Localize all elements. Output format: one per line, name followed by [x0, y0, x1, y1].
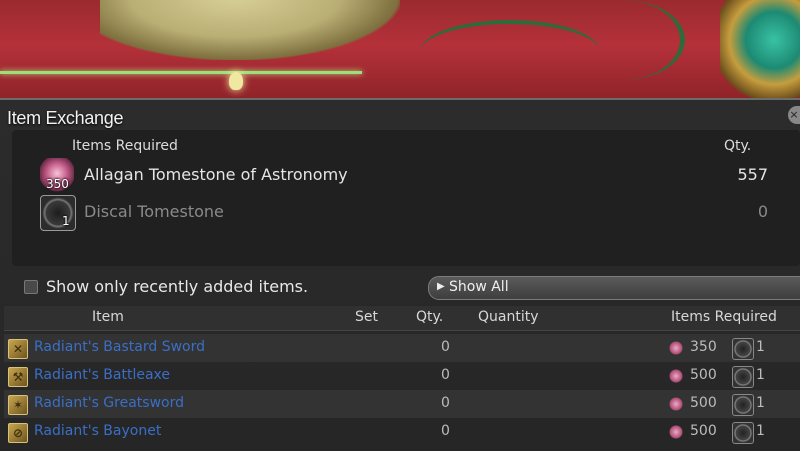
currency-name: Allagan Tomestone of Astronomy [84, 165, 348, 184]
progress-bar [0, 71, 362, 74]
currency-qty: 557 [737, 165, 768, 184]
item-name-link[interactable]: Radiant's Bastard Sword [34, 339, 205, 355]
item-exchange-window: Item Exchange × Items Required Qty. 350 … [0, 98, 800, 451]
vine-decoration [560, 0, 685, 80]
currency-icon-count: 1 [62, 214, 70, 228]
item-list-header: Item Set Qty. Quantity Items Required [4, 306, 800, 331]
items-required-header: Items Required [72, 138, 178, 154]
cost-astronomy: 500 [690, 423, 717, 439]
discal-tomestone-icon [732, 366, 754, 388]
qty-header: Qty. [724, 138, 752, 154]
item-qty: 0 [441, 367, 450, 383]
cost-astronomy: 500 [690, 367, 717, 383]
astronomy-tomestone-icon [668, 396, 684, 412]
astronomy-tomestone-icon [668, 424, 684, 440]
currency-icon-count: 350 [46, 177, 69, 191]
item-qty: 0 [441, 395, 450, 411]
play-arrow-icon: ▶ [437, 281, 445, 292]
sword-icon: ✕ [8, 339, 28, 359]
greatsword-icon: ✶ [8, 395, 28, 415]
item-list: ✕ Radiant's Bastard Sword 0 350 1 ⚒ Radi… [4, 334, 800, 446]
gold-ornament-decoration [100, 0, 400, 60]
discal-tomestone-icon [732, 394, 754, 416]
gunblade-icon: ⊘ [8, 423, 28, 443]
item-name-link[interactable]: Radiant's Bayonet [34, 423, 161, 439]
column-items-required[interactable]: Items Required [671, 309, 777, 325]
currency-name: Discal Tomestone [84, 202, 224, 221]
astronomy-tomestone-icon [668, 340, 684, 356]
item-name-link[interactable]: Radiant's Battleaxe [34, 367, 170, 383]
cost-astronomy: 500 [690, 395, 717, 411]
recent-items-checkbox[interactable] [24, 280, 38, 294]
list-item[interactable]: ⚒ Radiant's Battleaxe 0 500 1 [4, 362, 800, 390]
axe-icon: ⚒ [8, 367, 28, 387]
discal-tomestone-icon [732, 338, 754, 360]
list-item[interactable]: ⊘ Radiant's Bayonet 0 500 1 [4, 418, 800, 446]
cost-discal: 1 [756, 423, 765, 439]
lantern-decoration [229, 72, 243, 90]
column-quantity[interactable]: Quantity [478, 309, 539, 325]
cost-astronomy: 350 [690, 339, 717, 355]
item-name-link[interactable]: Radiant's Greatsword [34, 395, 184, 411]
filter-bar: Show only recently added items. ▶ Show A… [0, 272, 800, 302]
required-currency-row[interactable]: 350 Allagan Tomestone of Astronomy 557 [40, 158, 780, 192]
astronomy-tomestone-icon [668, 368, 684, 384]
jewel-decoration [720, 0, 800, 100]
show-all-dropdown[interactable]: ▶ Show All [428, 276, 800, 300]
discal-tomestone-icon [732, 422, 754, 444]
discal-tomestone-icon [40, 195, 76, 231]
column-set[interactable]: Set [355, 309, 378, 325]
list-item[interactable]: ✶ Radiant's Greatsword 0 500 1 [4, 390, 800, 418]
column-qty[interactable]: Qty. [416, 309, 443, 325]
item-qty: 0 [441, 423, 450, 439]
recent-items-label[interactable]: Show only recently added items. [46, 277, 308, 296]
list-item[interactable]: ✕ Radiant's Bastard Sword 0 350 1 [4, 334, 800, 362]
required-currency-row[interactable]: 1 Discal Tomestone 0 [40, 195, 780, 231]
dropdown-label: Show All [449, 279, 509, 295]
column-item[interactable]: Item [92, 309, 124, 325]
game-scene-background [0, 0, 800, 100]
close-icon[interactable]: × [788, 106, 800, 124]
cost-discal: 1 [756, 395, 765, 411]
cost-discal: 1 [756, 339, 765, 355]
window-title: Item Exchange [7, 108, 124, 128]
currency-qty: 0 [757, 202, 768, 221]
item-qty: 0 [441, 339, 450, 355]
cost-discal: 1 [756, 367, 765, 383]
